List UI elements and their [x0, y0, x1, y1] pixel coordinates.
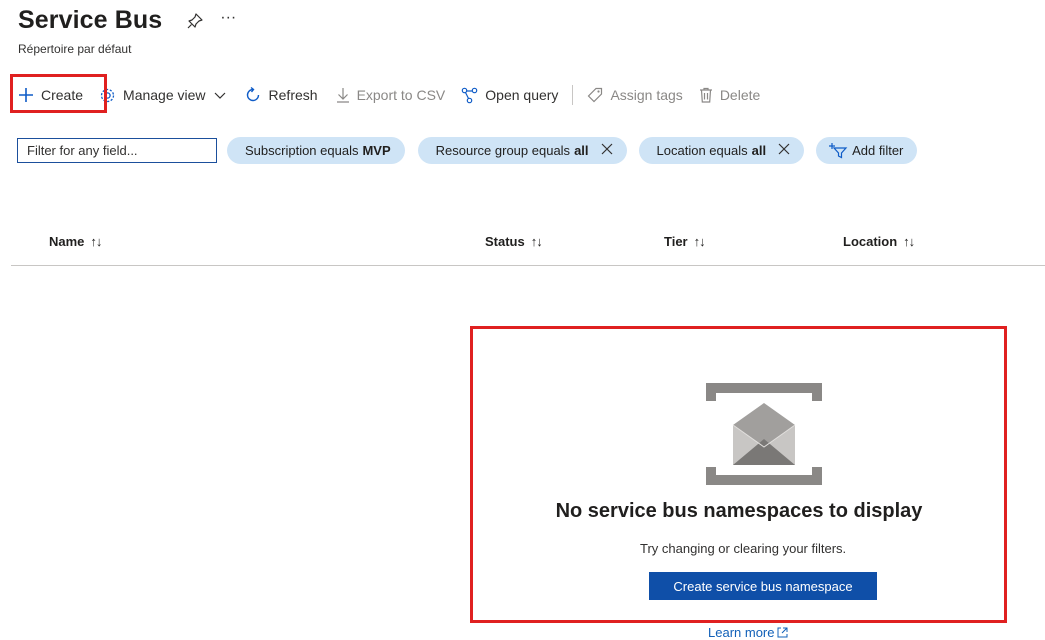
- export-csv-button[interactable]: Export to CSV: [330, 81, 452, 109]
- sort-icon[interactable]: ↑↓: [90, 234, 102, 249]
- page-title: Service Bus: [18, 6, 163, 34]
- manage-view-button[interactable]: Manage view: [93, 81, 232, 109]
- learn-more-link[interactable]: Learn more: [708, 625, 788, 640]
- pin-icon[interactable]: [186, 12, 204, 30]
- close-icon[interactable]: [778, 143, 790, 158]
- learn-more-label: Learn more: [708, 625, 775, 640]
- command-bar: Create Manage view Refresh Export to CSV…: [12, 80, 766, 110]
- sort-icon[interactable]: ↑↓: [903, 234, 915, 249]
- add-filter-label: Add filter: [852, 142, 904, 158]
- column-header-status[interactable]: Status ↑↓: [485, 234, 543, 249]
- table-header-divider: [11, 265, 1045, 266]
- column-header-tier[interactable]: Tier ↑↓: [664, 234, 706, 249]
- open-query-button[interactable]: Open query: [455, 81, 564, 109]
- empty-state-subtitle: Try changing or clearing your filters.: [640, 541, 847, 556]
- export-csv-label: Export to CSV: [356, 87, 446, 103]
- pill-label: Subscription equals: [245, 142, 359, 158]
- pill-label: Location equals: [656, 142, 748, 158]
- column-label: Location: [843, 234, 898, 249]
- refresh-label: Refresh: [268, 87, 318, 103]
- toolbar-separator: [572, 85, 574, 105]
- pill-label: Resource group equals: [435, 142, 571, 158]
- service-bus-envelope-icon: [706, 383, 822, 485]
- sort-icon[interactable]: ↑↓: [531, 234, 543, 249]
- create-namespace-button[interactable]: Create service bus namespace: [649, 572, 877, 600]
- empty-state-title: No service bus namespaces to display: [555, 500, 923, 522]
- refresh-icon: [246, 86, 259, 102]
- close-icon[interactable]: [601, 143, 613, 158]
- add-filter-button[interactable]: Add filter: [816, 136, 918, 164]
- download-icon: [336, 88, 349, 103]
- pill-value: all: [574, 142, 589, 158]
- query-icon: [461, 87, 478, 103]
- open-query-label: Open query: [485, 87, 559, 103]
- title-row: Service Bus ···: [18, 6, 236, 35]
- assign-tags-button[interactable]: Assign tags: [581, 81, 688, 109]
- filter-pill-subscription[interactable]: Subscription equals MVP: [227, 136, 405, 164]
- more-options-icon[interactable]: ···: [220, 9, 236, 26]
- column-header-name[interactable]: Name ↑↓: [49, 234, 102, 249]
- tag-icon: [588, 87, 603, 103]
- filter-bar: Subscription equalsMVP Resource group eq…: [17, 136, 918, 164]
- delete-label: Delete: [719, 87, 761, 103]
- external-link-icon: [777, 627, 788, 638]
- column-label: Name: [49, 234, 85, 249]
- sort-icon[interactable]: ↑↓: [694, 234, 706, 249]
- pill-value: MVP: [362, 142, 391, 158]
- delete-button[interactable]: Delete: [693, 81, 766, 109]
- trash-icon: [699, 87, 712, 103]
- chevron-down-icon: [214, 92, 225, 99]
- filter-input[interactable]: [17, 137, 217, 163]
- add-filter-icon: [829, 142, 848, 158]
- page-subtitle: Répertoire par défaut: [18, 42, 132, 56]
- column-label: Tier: [664, 234, 688, 249]
- filter-pill-location[interactable]: Location equals all: [638, 136, 805, 164]
- manage-view-label: Manage view: [123, 87, 206, 103]
- column-header-location[interactable]: Location ↑↓: [843, 234, 915, 249]
- assign-tags-label: Assign tags: [610, 87, 683, 103]
- pill-value: all: [751, 142, 767, 158]
- filter-pill-resource-group[interactable]: Resource group equals all: [417, 136, 627, 164]
- refresh-button[interactable]: Refresh: [238, 81, 324, 109]
- create-highlight-box: [10, 74, 107, 113]
- column-label: Status: [485, 234, 525, 249]
